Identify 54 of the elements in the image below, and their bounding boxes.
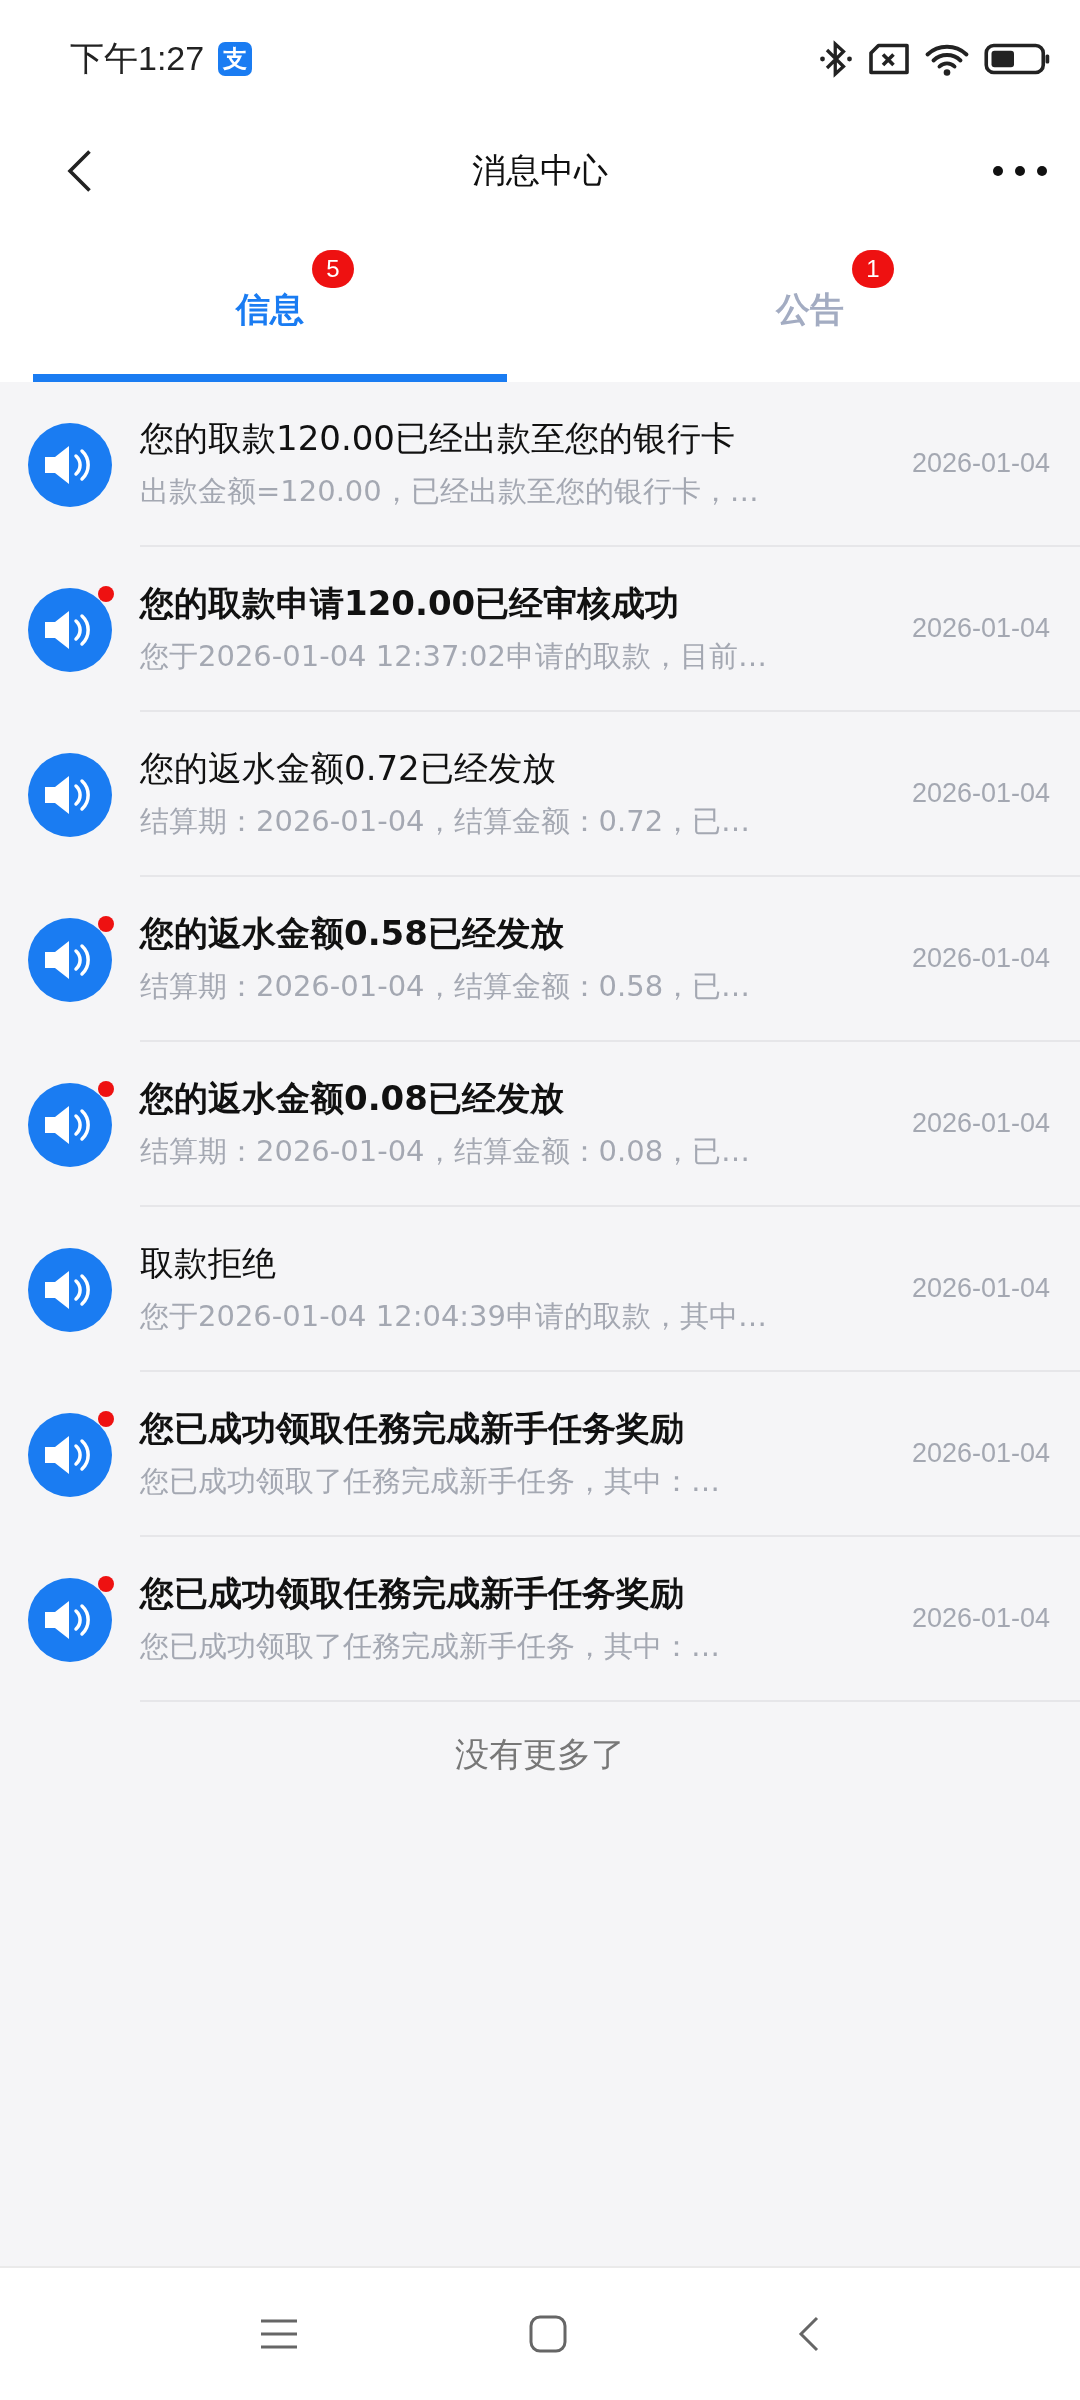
message-preview: 您于2026-01-04 12:04:39申请的取款，其中… bbox=[140, 1297, 768, 1335]
message-title: 您的取款申请120.00已经审核成功 bbox=[140, 581, 681, 625]
message-title: 取款拒绝 bbox=[140, 1241, 277, 1285]
message-item[interactable]: 您的返水金额0.72已经发放 结算期：2026-01-04，结算金额：0.72，已… 2026-01-04 bbox=[0, 712, 1080, 877]
status-time: 下午1:27 bbox=[70, 38, 205, 79]
app-notification-icon: 支 bbox=[218, 42, 253, 76]
no-sim-icon bbox=[868, 42, 910, 76]
message-preview: 您已成功领取了任務完成新手任务，其中：… bbox=[140, 1627, 721, 1665]
message-title: 您的返水金额0.72已经发放 bbox=[140, 746, 557, 790]
tab[interactable]: 信息 bbox=[230, 279, 310, 341]
message-date: 2026-01-04 bbox=[911, 1273, 1050, 1304]
message-item[interactable]: 您的取款120.00已经出款至您的银行卡 出款金额=120.00，已经出款至您的银行卡，… 2026-01-04 bbox=[0, 382, 1080, 547]
message-item[interactable]: 您已成功领取任務完成新手任务奖励 您已成功领取了任務完成新手任务，其中：… 2026-01-04 bbox=[0, 1537, 1080, 1702]
message-date: 2026-01-04 bbox=[911, 1108, 1050, 1139]
message-title: 您的返水金额0.08已经发放 bbox=[140, 1076, 565, 1120]
speaker-icon bbox=[28, 917, 112, 1002]
back-icon[interactable] bbox=[797, 2315, 821, 2353]
bluetooth-icon bbox=[818, 39, 854, 79]
page-title: 消息中心 bbox=[472, 149, 608, 192]
count-badge: 5 bbox=[312, 250, 354, 288]
speaker-icon bbox=[28, 1247, 112, 1332]
menu-icon[interactable] bbox=[259, 2318, 299, 2350]
end-of-list-text: 没有更多了 bbox=[455, 1733, 625, 1776]
speaker-icon bbox=[28, 1082, 112, 1167]
message-item[interactable]: 您的取款申请120.00已经审核成功 您于2026-01-04 12:37:02申请的取款，目前… 2026-01-04 bbox=[0, 547, 1080, 712]
message-item[interactable]: 您的返水金额0.08已经发放 结算期：2026-01-04，结算金额：0.08，已… 2026-01-04 bbox=[0, 1042, 1080, 1207]
more-icon[interactable] bbox=[990, 163, 1050, 179]
message-date: 2026-01-04 bbox=[911, 778, 1050, 809]
message-title: 您已成功领取任務完成新手任务奖励 bbox=[140, 1571, 685, 1615]
message-date: 2026-01-04 bbox=[911, 1438, 1050, 1469]
message-title: 您的取款120.00已经出款至您的银行卡 bbox=[140, 416, 736, 460]
message-preview: 结算期：2026-01-04，结算金额：0.72，已… bbox=[140, 802, 752, 840]
message-item[interactable]: 您已成功领取任務完成新手任务奖励 您已成功领取了任務完成新手任务，其中：… 2026-01-04 bbox=[0, 1372, 1080, 1537]
message-preview: 结算期：2026-01-04，结算金额：0.08，已… bbox=[140, 1132, 752, 1170]
message-date: 2026-01-04 bbox=[911, 448, 1050, 479]
speaker-icon bbox=[28, 1412, 112, 1497]
speaker-icon bbox=[28, 587, 112, 672]
message-date: 2026-01-04 bbox=[911, 943, 1050, 974]
message-date: 2026-01-04 bbox=[911, 613, 1050, 644]
speaker-icon bbox=[28, 1577, 112, 1662]
message-date: 2026-01-04 bbox=[911, 1603, 1050, 1634]
message-preview: 您于2026-01-04 12:37:02申请的取款，目前… bbox=[140, 637, 768, 675]
message-preview: 结算期：2026-01-04，结算金额：0.58，已… bbox=[140, 967, 752, 1005]
message-item[interactable]: 取款拒绝 您于2026-01-04 12:04:39申请的取款，其中… 2026-01-04 bbox=[0, 1207, 1080, 1372]
message-title: 您已成功领取任務完成新手任务奖励 bbox=[140, 1406, 685, 1450]
battery-icon bbox=[984, 42, 1050, 76]
message-title: 您的返水金额0.58已经发放 bbox=[140, 911, 565, 955]
message-item[interactable]: 您的返水金额0.58已经发放 结算期：2026-01-04，结算金额：0.58，已… 2026-01-04 bbox=[0, 877, 1080, 1042]
speaker-icon bbox=[28, 752, 112, 837]
home-icon[interactable] bbox=[529, 2315, 567, 2353]
count-badge: 1 bbox=[852, 250, 894, 288]
message-preview: 您已成功领取了任務完成新手任务，其中：… bbox=[140, 1462, 721, 1500]
speaker-icon bbox=[28, 422, 112, 507]
message-preview: 出款金额=120.00，已经出款至您的银行卡，… bbox=[140, 472, 760, 510]
